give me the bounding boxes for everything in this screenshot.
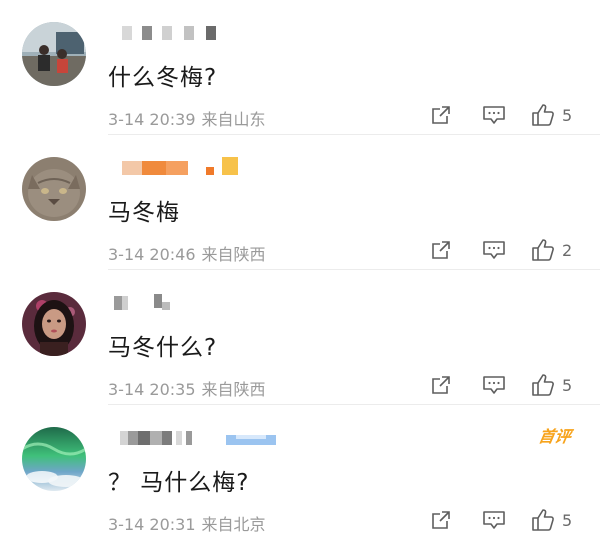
avatar[interactable] (22, 157, 86, 221)
username-masked[interactable] (110, 26, 310, 44)
comment-actions: 5 (430, 370, 600, 400)
share-icon (432, 511, 450, 529)
comment-text: 什么冬梅? (108, 65, 218, 91)
first-comment-badge: 首评 (537, 427, 573, 446)
reply-icon (483, 511, 505, 529)
comment-location: 来自北京 (201, 515, 266, 534)
reply-button[interactable] (482, 235, 506, 265)
reply-button[interactable] (482, 370, 506, 400)
avatar-image (22, 157, 86, 221)
share-icon (432, 241, 450, 259)
reply-button[interactable] (482, 505, 506, 535)
comment-item: 马冬梅 3-14 20:46 来自陕西 2 (0, 135, 600, 270)
comment-date: 3-14 20:39 (108, 110, 196, 129)
like-count: 2 (562, 240, 573, 260)
comment-meta: 3-14 20:39 来自山东 (108, 106, 266, 130)
reply-button[interactable] (482, 100, 506, 130)
avatar[interactable] (22, 292, 86, 356)
share-button[interactable] (430, 100, 452, 130)
avatar[interactable] (22, 427, 86, 491)
thumbs-up-icon (532, 374, 554, 396)
comment-actions: 2 (430, 235, 600, 265)
comment-item: 什么冬梅? 3-14 20:39 来自山东 5 (0, 0, 600, 135)
comment-meta: 3-14 20:31 来自北京 (108, 511, 266, 535)
comment-item: 马冬什么? 3-14 20:35 来自陕西 5 (0, 270, 600, 405)
avatar-image (22, 292, 86, 356)
like-button[interactable]: 5 (530, 505, 572, 535)
comment-location: 来自陕西 (201, 245, 266, 264)
share-button[interactable] (430, 505, 452, 535)
comment-date: 3-14 20:46 (108, 245, 196, 264)
thumbs-up-icon (532, 239, 554, 261)
share-button[interactable] (430, 370, 452, 400)
comment-text: 马冬什么? (108, 335, 218, 361)
avatar-image (22, 427, 86, 491)
comment-text: 马冬梅 (108, 200, 180, 226)
comment-location: 来自山东 (201, 110, 266, 129)
username-masked[interactable] (110, 294, 310, 314)
like-button[interactable]: 2 (530, 235, 572, 265)
comment-date: 3-14 20:31 (108, 515, 196, 534)
share-icon (432, 106, 450, 124)
like-count: 5 (562, 105, 573, 125)
avatar-image (22, 22, 86, 86)
comment-date: 3-14 20:35 (108, 380, 196, 399)
like-count: 5 (562, 375, 573, 395)
like-button[interactable]: 5 (530, 370, 572, 400)
username-masked[interactable] (110, 157, 310, 179)
comment-actions: 5 (430, 100, 600, 130)
comment-meta: 3-14 20:46 来自陕西 (108, 241, 266, 265)
comment-meta: 3-14 20:35 来自陕西 (108, 376, 266, 400)
thumbs-up-icon (532, 104, 554, 126)
username-masked[interactable] (110, 431, 310, 449)
reply-icon (483, 106, 505, 124)
thumbs-up-icon (532, 509, 554, 531)
comment-actions: 5 (430, 505, 600, 535)
reply-icon (483, 376, 505, 394)
like-button[interactable]: 5 (530, 100, 572, 130)
reply-icon (483, 241, 505, 259)
like-count: 5 (562, 510, 573, 530)
comment-text: ？ 马什么梅? (108, 470, 250, 496)
comment-item: 首评 ？ 马什么梅? 3-14 20:31 来自北京 5 (0, 405, 600, 540)
share-button[interactable] (430, 235, 452, 265)
comment-location: 来自陕西 (201, 380, 266, 399)
share-icon (432, 376, 450, 394)
avatar[interactable] (22, 22, 86, 86)
